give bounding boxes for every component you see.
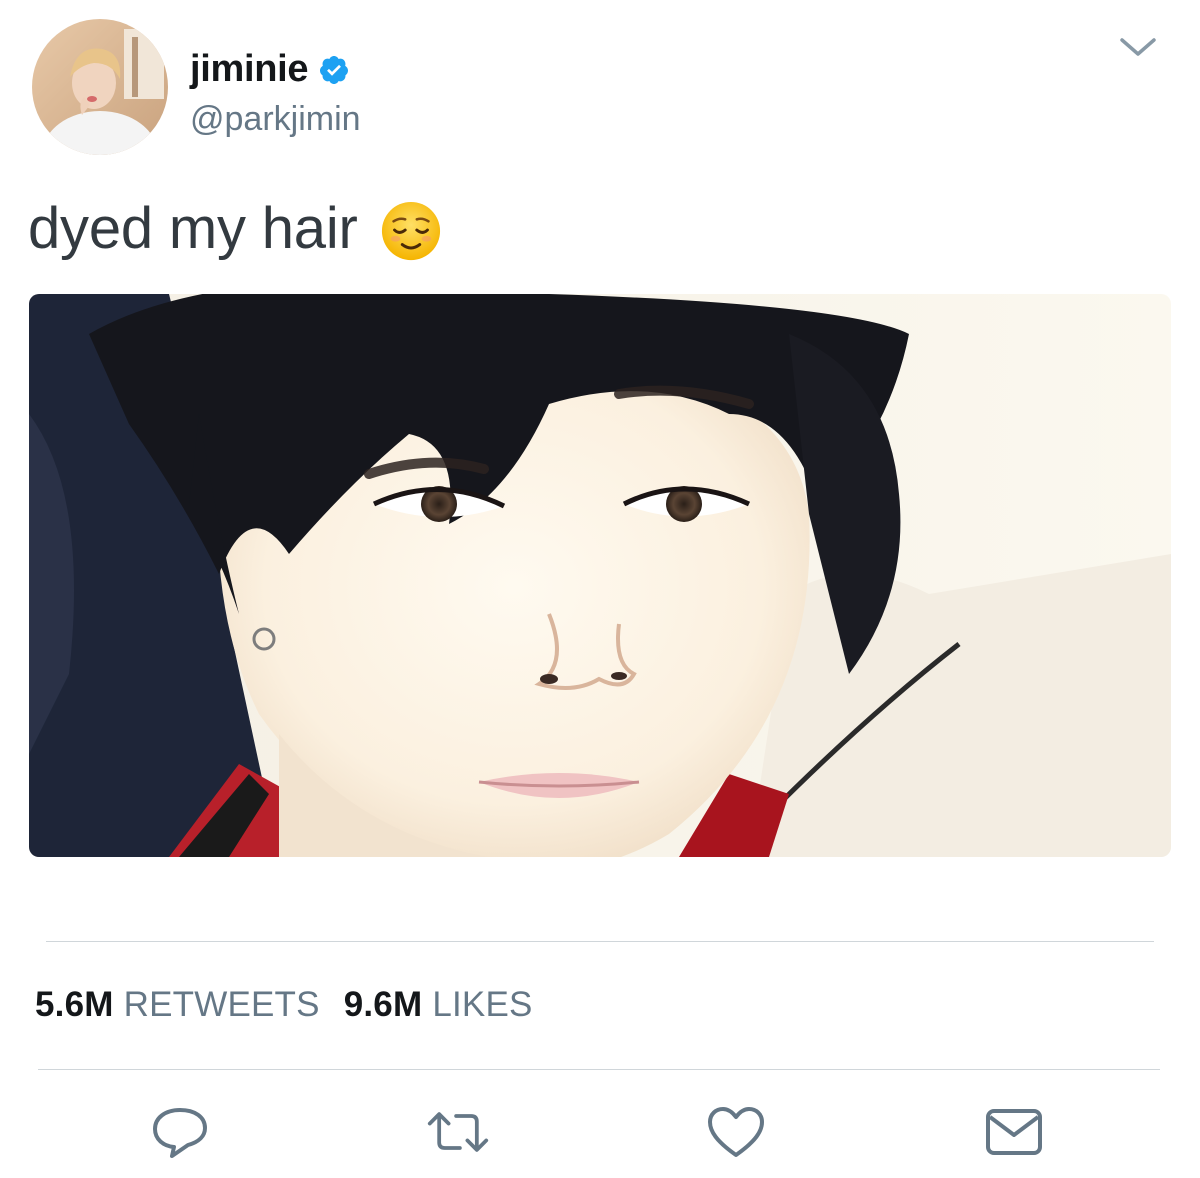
author-avatar[interactable] xyxy=(32,19,168,155)
retweets-stat[interactable]: 5.6M RETWEETS xyxy=(35,985,320,1025)
direct-message-icon xyxy=(986,1109,1042,1155)
author-handle[interactable]: @parkjimin xyxy=(190,100,361,139)
like-button[interactable] xyxy=(704,1100,768,1164)
tweet-photo[interactable] xyxy=(29,294,1171,857)
author-display-name[interactable]: jiminie xyxy=(190,48,309,91)
action-bar xyxy=(0,1100,1200,1164)
likes-label: LIKES xyxy=(432,985,533,1024)
likes-count: 9.6M xyxy=(343,985,423,1024)
retweet-button[interactable] xyxy=(426,1100,490,1164)
relieved-face-emoji-icon xyxy=(381,201,440,261)
avatar-photo xyxy=(32,19,168,155)
tweet-text-content: dyed my hair xyxy=(28,195,358,261)
divider-top xyxy=(46,941,1154,942)
direct-message-button[interactable] xyxy=(982,1100,1046,1164)
reply-button[interactable] xyxy=(148,1100,212,1164)
retweets-label: RETWEETS xyxy=(123,985,320,1024)
tweet-text: dyed my hair xyxy=(28,194,442,262)
tweet-photo-image xyxy=(29,294,1171,857)
tweet-detail: jiminie @parkjimin dyed my hair 5.6M RET… xyxy=(0,0,1200,1178)
reply-icon xyxy=(153,1108,207,1158)
engagement-stats: 5.6M RETWEETS 9.6M LIKES xyxy=(35,985,557,1025)
retweets-count: 5.6M xyxy=(35,985,114,1024)
display-name-row: jiminie xyxy=(190,46,361,92)
author-info[interactable]: jiminie @parkjimin xyxy=(190,46,361,139)
divider-bottom xyxy=(38,1069,1160,1070)
chevron-down-icon[interactable] xyxy=(1118,34,1158,62)
verified-badge-icon xyxy=(320,56,349,84)
likes-stat[interactable]: 9.6M LIKES xyxy=(344,985,533,1025)
like-icon xyxy=(708,1107,764,1157)
retweet-icon xyxy=(427,1112,489,1152)
